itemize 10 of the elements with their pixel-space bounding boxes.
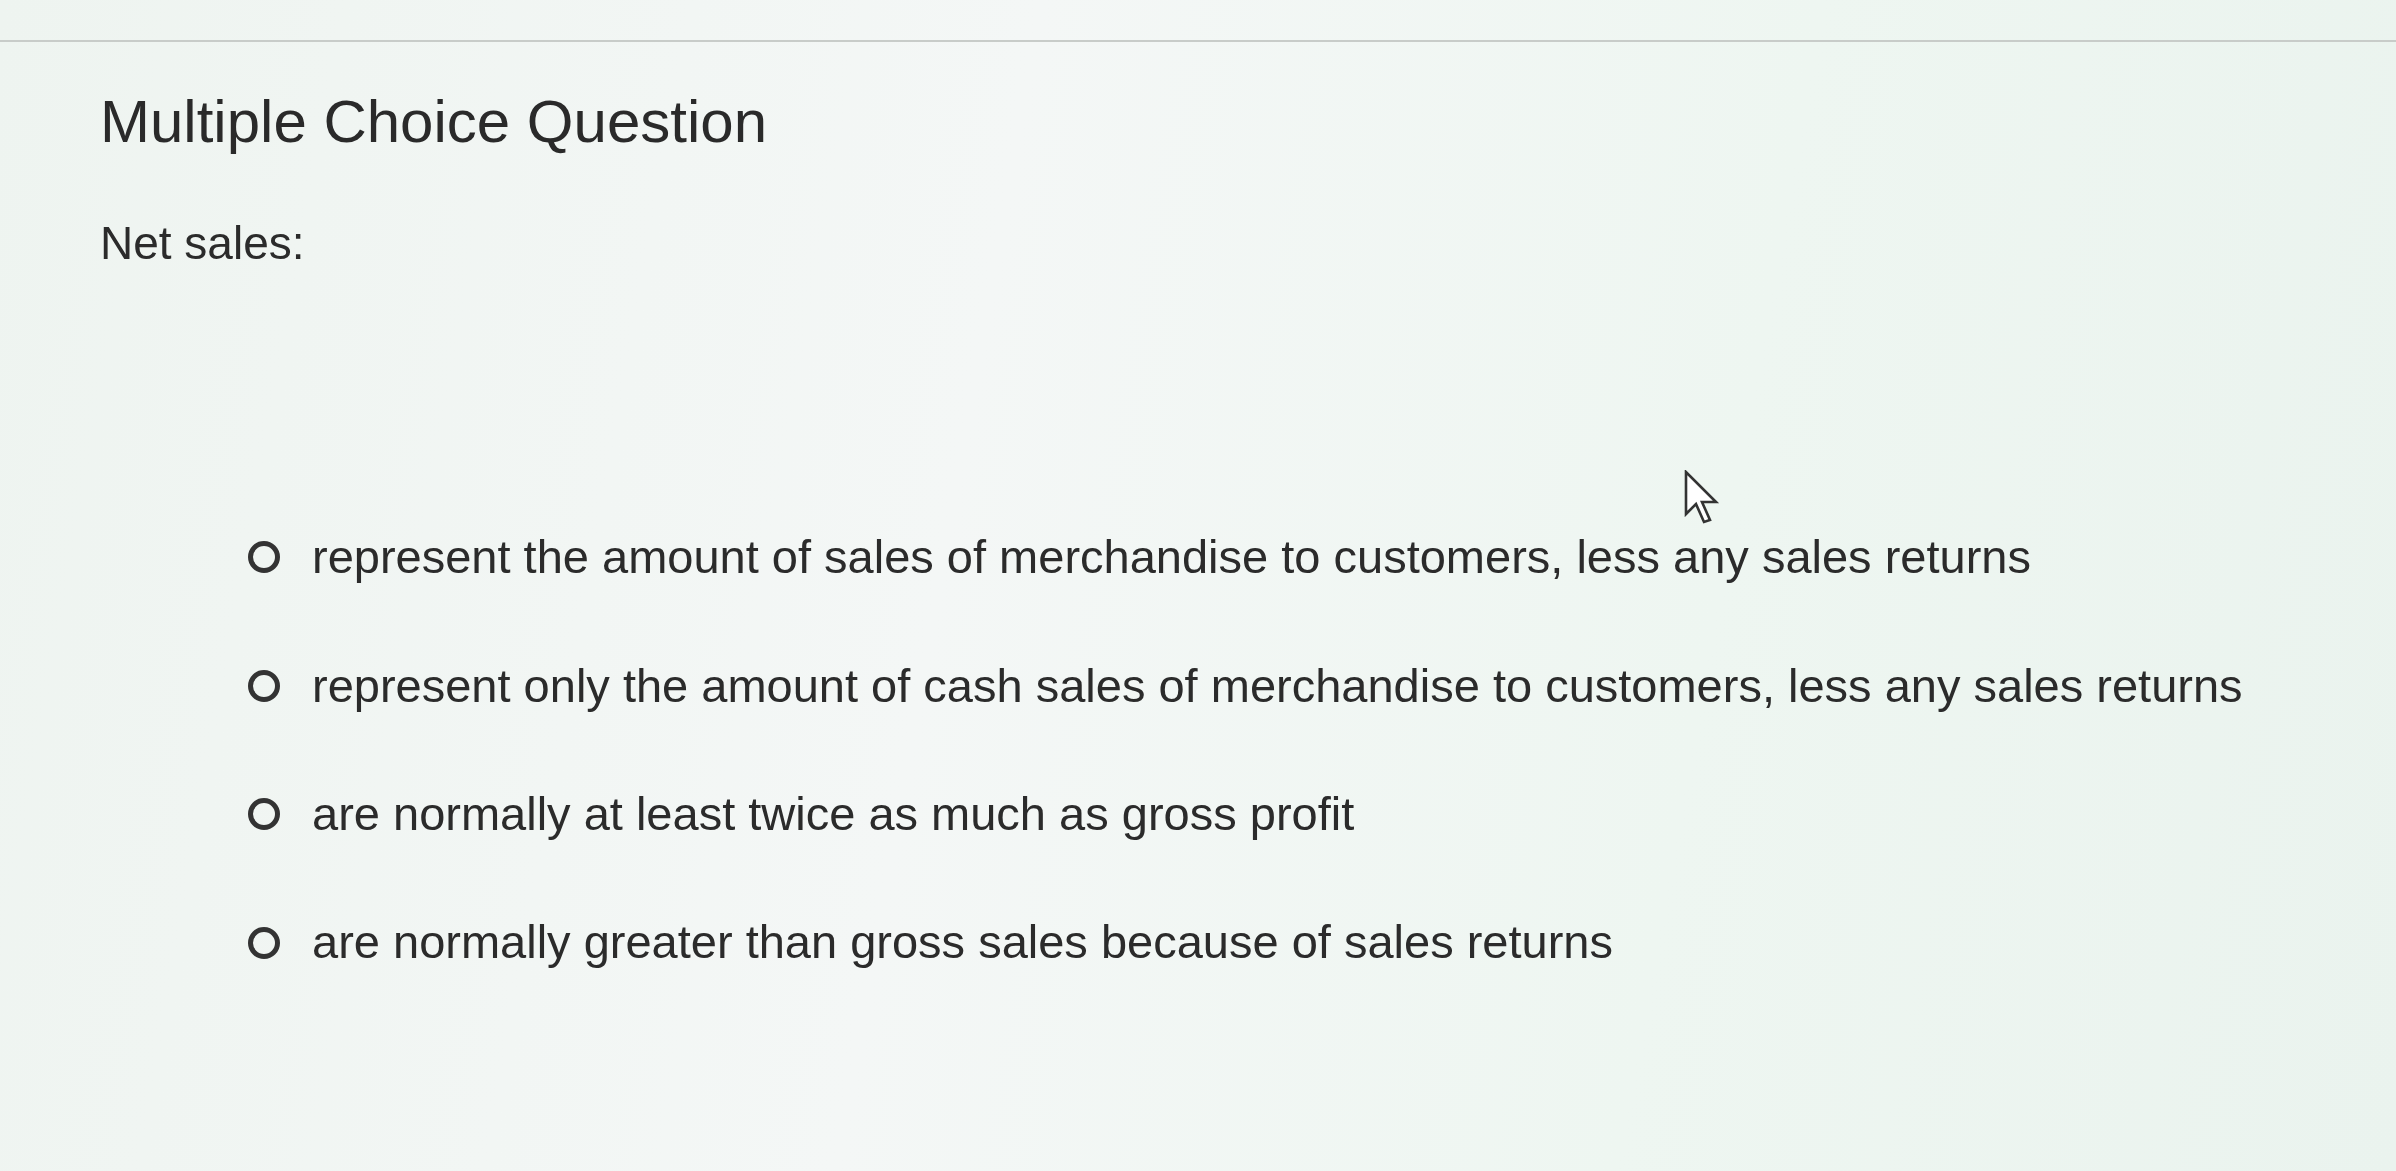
option-label[interactable]: represent the amount of sales of merchandise to customers, less any sales returns bbox=[312, 529, 2031, 586]
question-text: Net sales: bbox=[100, 216, 306, 271]
radio-button[interactable] bbox=[248, 541, 280, 574]
option-label[interactable]: are normally at least twice as much as gross profit bbox=[312, 785, 1355, 843]
option-label[interactable]: represent only the amount of cash sales of merchandise to customers, less any sales returns bbox=[312, 657, 2243, 714]
radio-button[interactable] bbox=[248, 926, 280, 959]
radio-button[interactable] bbox=[248, 798, 280, 831]
option-label[interactable]: are normally greater than gross sales because of sales returns bbox=[312, 914, 1613, 971]
radio-button[interactable] bbox=[248, 669, 280, 702]
question-title: Multiple Choice Question bbox=[100, 87, 768, 157]
